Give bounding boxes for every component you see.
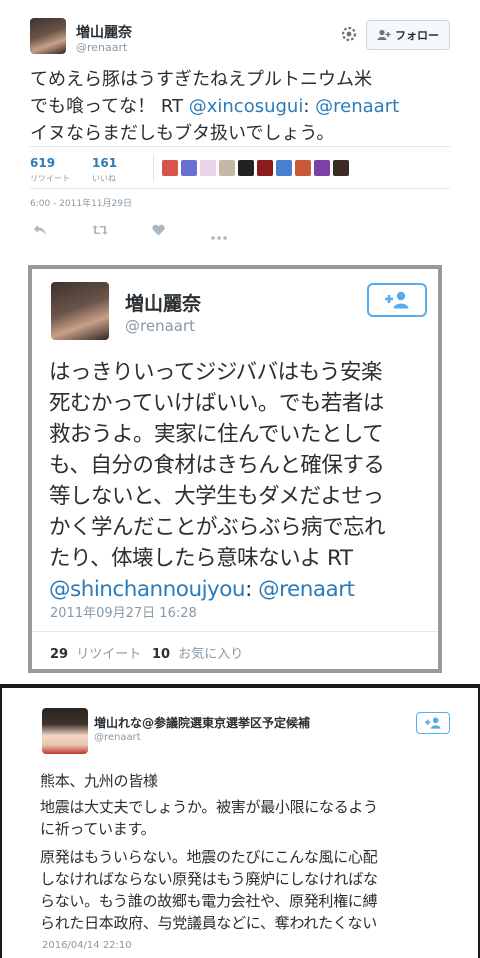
avatar[interactable]: [42, 708, 88, 754]
tweet-line: 地震は大丈夫でしょうか。被害が最小限になるよう: [40, 798, 378, 816]
liker-avatar[interactable]: [295, 160, 311, 176]
liker-avatar[interactable]: [257, 160, 273, 176]
author-handle[interactable]: @renaart: [76, 41, 127, 54]
follow-button[interactable]: [416, 712, 450, 734]
mention-link[interactable]: @xincosugui: [189, 96, 304, 117]
tweet-text: 熊本、九州の皆様 地震は大丈夫でしょうか。被害が最小限になるよう に祈っています…: [40, 770, 472, 934]
liker-avatar[interactable]: [200, 160, 216, 176]
avatar[interactable]: [30, 18, 66, 54]
tweet-text-span: :: [303, 96, 316, 117]
like-count: 161: [92, 156, 118, 170]
tweet-line: はっきりいってジジババはもう安楽: [49, 360, 383, 385]
stats-divider-top: [30, 146, 450, 147]
liker-avatar[interactable]: [276, 160, 292, 176]
stats-divider-bottom: [30, 188, 450, 189]
tweet-line: 死むかっていけばいい。でも若者は: [49, 391, 384, 416]
tweet-line: しなければならない原発はもう廃炉にしなければな: [40, 870, 378, 888]
liker-avatars: [162, 160, 352, 176]
follow-button[interactable]: フォロー: [366, 20, 450, 50]
tweet-line: たり、体壊したら意味ないよ RT: [49, 546, 353, 571]
follow-button[interactable]: [367, 283, 427, 317]
tweet-line: らない。もう誰の故郷も電力会社や、原発利権に縛: [40, 892, 378, 910]
retweet-stat[interactable]: 619 リツイート: [30, 156, 70, 184]
stats-separator: [153, 154, 154, 182]
tweet-card-3-frame: 増山れな@参議院選東京選挙区予定候補 @renaart 熊本、九州の皆様 地震は…: [0, 684, 480, 958]
retweet-label: リツイート: [30, 174, 70, 183]
more-icon[interactable]: [211, 225, 227, 244]
retweet-count: 29: [50, 647, 69, 662]
heart-icon[interactable]: [152, 221, 165, 240]
tweet-line: に祈っています。: [40, 820, 156, 838]
tweet-line: 熊本、九州の皆様: [40, 772, 158, 790]
tweet-line: イヌならまだしもブタ扱いでしょう。: [30, 123, 335, 144]
add-user-icon: [385, 291, 409, 309]
tweet-card-1: 増山麗奈 @renaart フォロー てめえら豚はうすぎたねえプルトニウム米 で…: [0, 0, 480, 258]
tweet-text-span: でも喰ってな！ RT: [30, 96, 189, 117]
avatar[interactable]: [51, 282, 109, 340]
tweet-line: @shinchannoujyou: @renaart: [49, 574, 429, 605]
tweet-text: てめえら豚はうすぎたねえプルトニウム米 でも喰ってな！ RT @xincosug…: [30, 66, 470, 147]
tweet-line: も、自分の食材はきちんと確保する: [49, 453, 385, 478]
timestamp[interactable]: 2011年09月27日 16:28: [50, 602, 197, 621]
tweet-line: でも喰ってな！ RT @xincosugui: @renaart: [30, 93, 470, 120]
fav-label: お気に入り: [178, 647, 244, 662]
follow-label: フォロー: [395, 29, 439, 42]
mention-link[interactable]: @renaart: [315, 96, 399, 117]
timestamp[interactable]: 6:00 - 2011年11月29日: [30, 196, 132, 209]
mention-link[interactable]: @shinchannoujyou: [49, 577, 246, 602]
author-handle[interactable]: @renaart: [94, 732, 141, 743]
author-name[interactable]: 増山麗奈: [76, 22, 132, 42]
author-name[interactable]: 増山れな@参議院選東京選挙区予定候補: [94, 714, 310, 731]
tweet-text-span: :: [245, 577, 259, 602]
tweet-line: られた日本政府、与党議員などに、奪われたくない: [40, 914, 377, 932]
like-label: いいね: [92, 174, 116, 183]
author-handle[interactable]: @renaart: [125, 317, 195, 335]
liker-avatar[interactable]: [333, 160, 349, 176]
liker-avatar[interactable]: [181, 160, 197, 176]
liker-avatar[interactable]: [162, 160, 178, 176]
like-stat[interactable]: 161 いいね: [92, 156, 117, 184]
retweet-stat[interactable]: 29 リツイート: [50, 643, 141, 662]
timestamp[interactable]: 2016/04/14 22:10: [42, 940, 132, 951]
tweet-line: かく学んだことがぶらぶら病で忘れ: [49, 515, 386, 540]
add-user-icon: [425, 717, 441, 729]
retweet-icon[interactable]: [92, 221, 108, 240]
add-user-icon: [377, 29, 391, 40]
stats-divider: [32, 631, 438, 632]
retweet-count: 619: [30, 156, 56, 170]
tweet-card-3: 増山れな@参議院選東京選挙区予定候補 @renaart 熊本、九州の皆様 地震は…: [2, 688, 478, 958]
tweet-line: てめえら豚はうすぎたねえプルトニウム米: [30, 69, 372, 90]
retweet-label: リツイート: [76, 647, 142, 662]
tweet-line: 等しないと、大学生もダメだよせっ: [49, 484, 384, 509]
tweet-card-2: 増山麗奈 @renaart はっきりいってジジババはもう安楽 死むかっていけばい…: [28, 265, 442, 673]
mention-link[interactable]: @renaart: [258, 577, 355, 602]
author-name[interactable]: 増山麗奈: [125, 289, 201, 316]
reply-icon[interactable]: [33, 221, 47, 240]
liker-avatar[interactable]: [314, 160, 330, 176]
tweet-text: はっきりいってジジババはもう安楽 死むかっていけばいい。でも若者は 救おうよ。実…: [49, 357, 429, 605]
liker-avatar[interactable]: [238, 160, 254, 176]
tweet-line: 原発はもういらない。地震のたびにこんな風に心配: [40, 848, 378, 866]
gear-icon[interactable]: [340, 25, 358, 43]
liker-avatar[interactable]: [219, 160, 235, 176]
tweet-card-2-frame: 増山麗奈 @renaart はっきりいってジジババはもう安楽 死むかっていけばい…: [0, 258, 480, 684]
fav-stat[interactable]: 10 お気に入り: [152, 643, 243, 662]
tweet-line: 救おうよ。実家に住んでいたとして: [49, 422, 384, 447]
fav-count: 10: [152, 647, 171, 662]
